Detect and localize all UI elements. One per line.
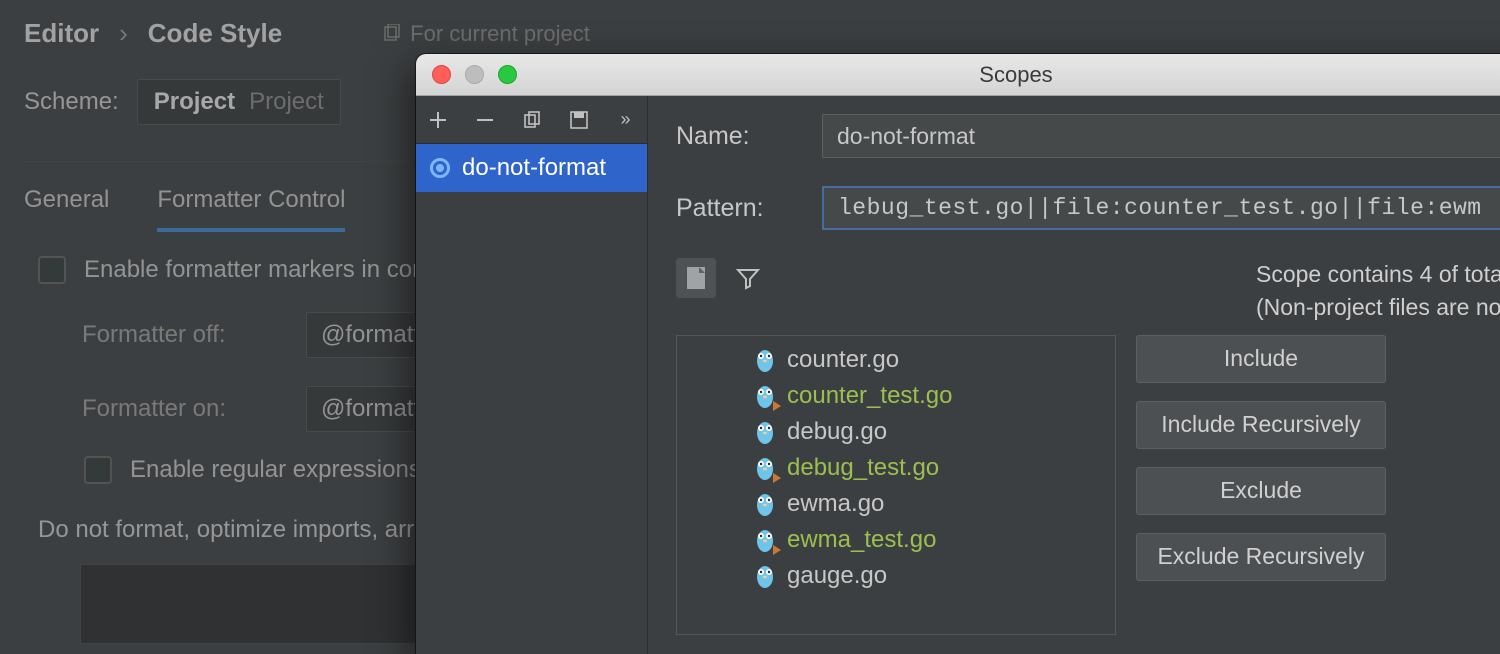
scope-item-label: do-not-format bbox=[462, 154, 606, 182]
file-tree-item[interactable]: debug.go bbox=[677, 414, 1115, 450]
include-button[interactable]: Include bbox=[1136, 335, 1386, 383]
show-files-icon[interactable] bbox=[676, 258, 716, 298]
scheme-name-dim: Project bbox=[249, 88, 324, 116]
formatter-off-label: Formatter off: bbox=[82, 321, 282, 349]
formatter-on-label: Formatter on: bbox=[82, 395, 282, 423]
file-name: gauge.go bbox=[787, 562, 887, 590]
scope-name-input[interactable] bbox=[822, 114, 1500, 158]
exclude-recursively-button[interactable]: Exclude Recursively bbox=[1136, 533, 1386, 581]
more-icon[interactable]: » bbox=[616, 109, 635, 131]
filter-icon[interactable] bbox=[728, 258, 768, 298]
file-name: debug_test.go bbox=[787, 454, 939, 482]
scopes-toolbar: » bbox=[416, 96, 647, 144]
current-project-hint: For current project bbox=[382, 21, 590, 47]
go-file-icon bbox=[755, 347, 775, 373]
copy-icon bbox=[382, 24, 402, 44]
go-file-icon bbox=[755, 455, 775, 481]
breadcrumb-editor[interactable]: Editor bbox=[24, 18, 99, 49]
go-file-icon bbox=[755, 563, 775, 589]
include-recursively-button[interactable]: Include Recursively bbox=[1136, 401, 1386, 449]
remove-icon[interactable] bbox=[475, 109, 494, 131]
go-file-icon bbox=[755, 491, 775, 517]
chevron-right-icon: › bbox=[119, 18, 128, 49]
tab-formatter-control[interactable]: Formatter Control bbox=[157, 186, 345, 232]
breadcrumb-code-style[interactable]: Code Style bbox=[148, 18, 282, 49]
go-file-icon bbox=[755, 383, 775, 409]
scope-pattern-input[interactable] bbox=[822, 186, 1500, 230]
save-icon[interactable] bbox=[569, 109, 588, 131]
file-name: debug.go bbox=[787, 418, 887, 446]
pattern-label: Pattern: bbox=[676, 194, 786, 223]
file-tree-item[interactable]: debug_test.go bbox=[677, 450, 1115, 486]
tab-general[interactable]: General bbox=[24, 186, 109, 232]
file-tree-item[interactable]: counter_test.go bbox=[677, 378, 1115, 414]
scope-file-tree[interactable]: counter.go counter_test.go debug.go debu… bbox=[676, 335, 1116, 635]
titlebar[interactable]: Scopes bbox=[416, 54, 1500, 96]
dialog-title: Scopes bbox=[416, 62, 1500, 88]
local-scope-icon bbox=[430, 158, 450, 178]
scheme-name-bold: Project bbox=[154, 88, 235, 116]
go-file-icon bbox=[755, 527, 775, 553]
copy-icon[interactable] bbox=[522, 109, 541, 131]
file-tree-item[interactable]: gauge.go bbox=[677, 558, 1115, 594]
file-name: ewma_test.go bbox=[787, 526, 936, 554]
scheme-label: Scheme: bbox=[24, 88, 119, 116]
go-file-icon bbox=[755, 419, 775, 445]
scope-editor-pane: Name: Pattern: Scope contains 4 of tot bbox=[648, 96, 1500, 654]
exclude-button[interactable]: Exclude bbox=[1136, 467, 1386, 515]
scope-stats: Scope contains 4 of total 62 (Non-projec… bbox=[1256, 258, 1500, 325]
file-name: counter.go bbox=[787, 346, 899, 374]
enable-regex-checkbox[interactable] bbox=[84, 456, 112, 484]
file-tree-item[interactable]: ewma_test.go bbox=[677, 522, 1115, 558]
add-icon[interactable] bbox=[428, 109, 447, 131]
enable-markers-checkbox[interactable] bbox=[38, 256, 66, 284]
name-label: Name: bbox=[676, 122, 786, 151]
scopes-dialog: Scopes » do-not-format Name: bbox=[416, 54, 1500, 654]
file-name: counter_test.go bbox=[787, 382, 952, 410]
file-name: ewma.go bbox=[787, 490, 884, 518]
file-tree-item[interactable]: ewma.go bbox=[677, 486, 1115, 522]
breadcrumb: Editor › Code Style For current project bbox=[24, 18, 1476, 49]
scope-list-item[interactable]: do-not-format bbox=[416, 144, 647, 192]
scheme-dropdown[interactable]: Project Project bbox=[137, 79, 341, 125]
scopes-list-pane: » do-not-format bbox=[416, 96, 648, 654]
file-tree-item[interactable]: counter.go bbox=[677, 342, 1115, 378]
